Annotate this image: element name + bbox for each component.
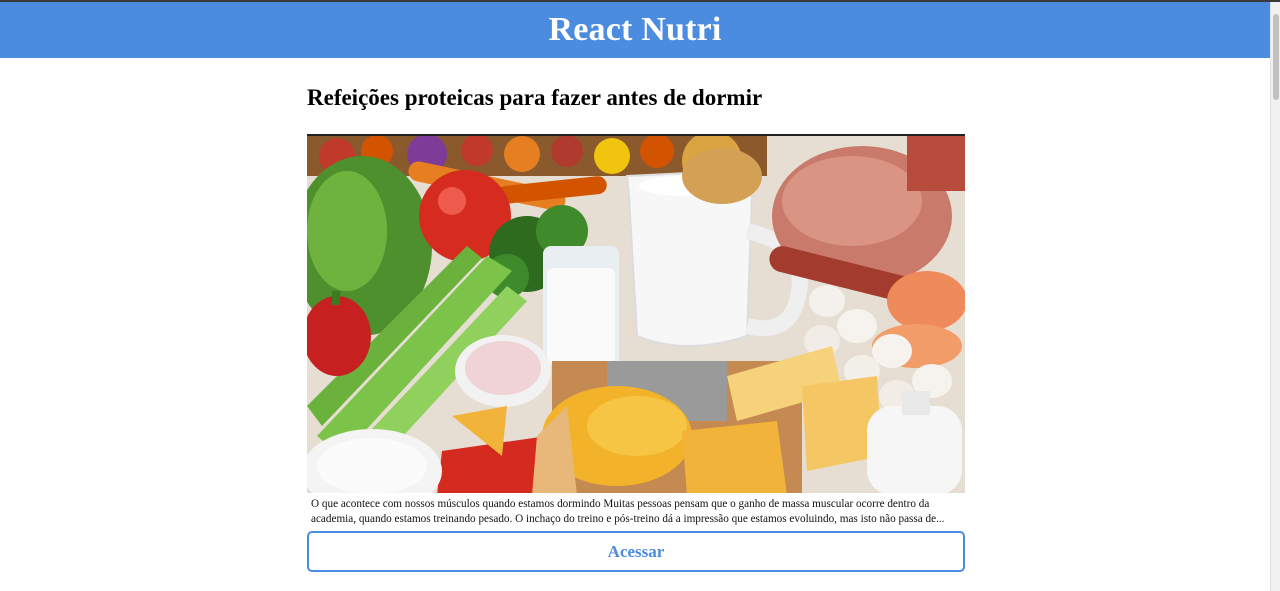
scrollbar-thumb[interactable] <box>1273 14 1279 100</box>
vertical-scrollbar[interactable] <box>1270 2 1280 591</box>
post-image <box>307 134 965 493</box>
access-button[interactable]: Acessar <box>307 531 965 572</box>
post-title: Refeições proteicas para fazer antes de … <box>307 85 763 110</box>
app-title: React Nutri <box>548 11 722 48</box>
post-excerpt: O que acontece com nossos músculos quand… <box>311 498 945 525</box>
app-header: React Nutri <box>0 2 1270 58</box>
protein-foods-illustration <box>307 136 965 493</box>
